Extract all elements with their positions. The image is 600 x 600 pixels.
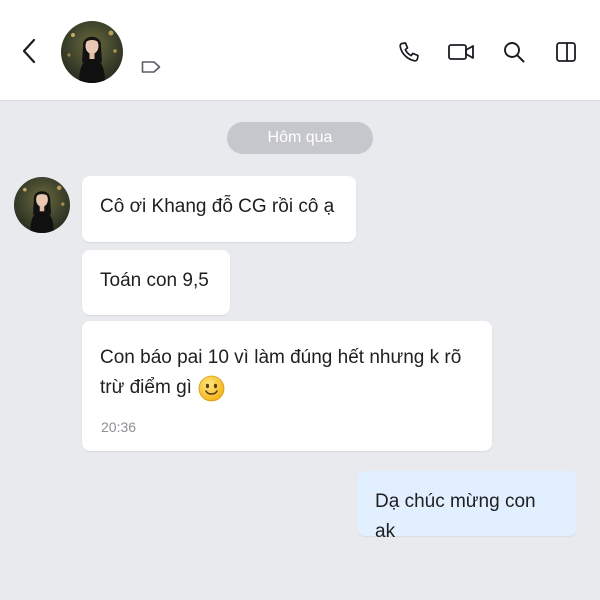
incoming-message[interactable]: Toán con 9,5 [82, 250, 230, 315]
sidebar-toggle-icon [556, 42, 576, 62]
message-text: Dạ chúc mừng con ak [375, 491, 536, 542]
sender-photo [14, 177, 70, 233]
video-call-icon [448, 44, 474, 60]
sender-avatar[interactable] [14, 177, 70, 233]
phone-icon [399, 42, 419, 62]
incoming-message[interactable]: Con báo pai 10 vì làm đúng hết nhưng k r… [82, 321, 492, 451]
message-text: Toán con 9,5 [100, 270, 209, 291]
tag-icon[interactable] [140, 58, 162, 76]
contact-photo [61, 21, 123, 83]
incoming-message[interactable]: Cô ơi Khang đỗ CG rồi cô ạ [82, 176, 356, 242]
call-button[interactable] [395, 38, 423, 66]
chevron-left-icon [22, 38, 36, 64]
message-timestamp: 20:36 [101, 419, 137, 435]
sidebar-toggle-button[interactable] [552, 38, 580, 66]
chat-header [0, 0, 600, 101]
video-call-button[interactable] [447, 38, 475, 66]
search-button[interactable] [500, 38, 528, 66]
date-divider: Hôm qua [227, 122, 373, 154]
message-text-line: trừ điểm gì [100, 377, 192, 398]
message-text: Cô ơi Khang đỗ CG rồi cô ạ [100, 196, 335, 217]
search-icon [504, 42, 525, 63]
back-button[interactable] [14, 36, 44, 66]
outgoing-message[interactable]: Dạ chúc mừng con ak [357, 471, 577, 542]
smiling-face-emoji [198, 375, 225, 402]
contact-avatar[interactable] [61, 21, 123, 83]
message-text-line: Con báo pai 10 vì làm đúng hết nhưng k r… [100, 347, 462, 368]
